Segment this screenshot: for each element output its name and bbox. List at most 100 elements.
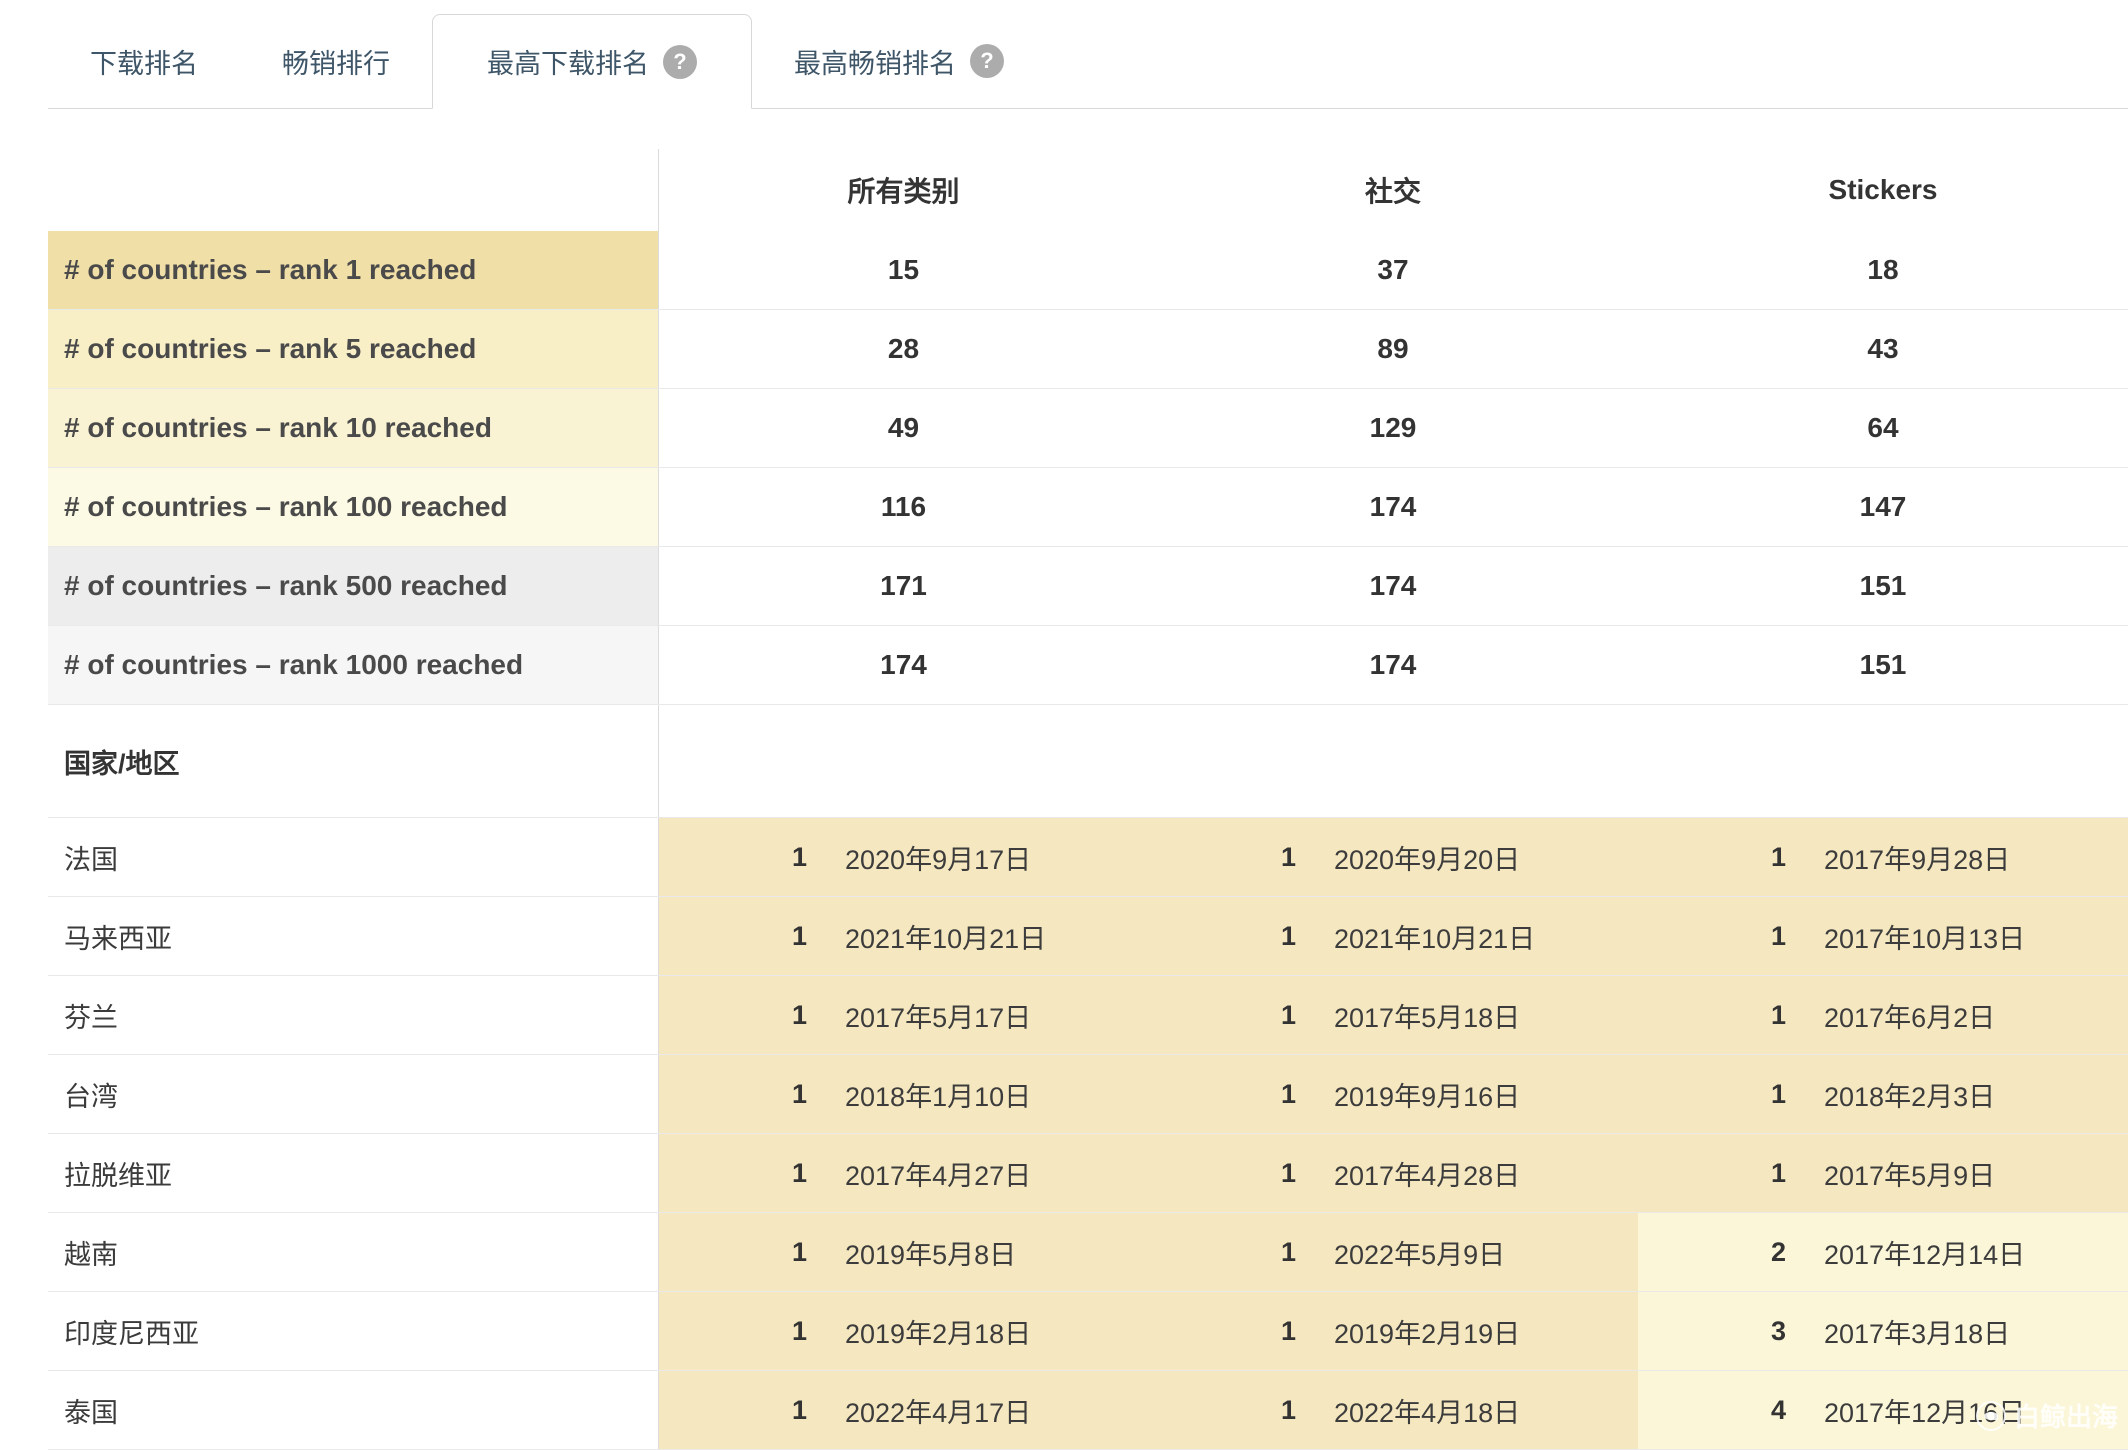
rank-date: 2021年10月21日 — [845, 917, 1046, 956]
rank-date: 2017年5月17日 — [845, 996, 1031, 1035]
tab[interactable]: 最高下载排名? — [432, 14, 752, 109]
country-row: 马来西亚 1 2021年10月21日 1 2021年10月21日 1 2017年10月13日 — [48, 897, 2128, 976]
rank-value: 1 — [747, 1237, 807, 1268]
rank-value: 1 — [747, 1158, 807, 1189]
rank-date-cell: 1 2019年2月18日 — [658, 1292, 1148, 1370]
rank-date-cell: 12022年4月17日 — [658, 1371, 1148, 1449]
rank-date-cell: 1 2019年5月8日 — [658, 1213, 1148, 1291]
summary-value: 147 — [1638, 468, 2128, 546]
rank-date-cell: 12019年2月19日 — [1148, 1292, 1638, 1370]
rank-date: 2019年2月18日 — [845, 1312, 1031, 1351]
column-header: 社交 — [1148, 149, 1638, 231]
summary-value: 174 — [658, 626, 1148, 704]
country-name: 台湾 — [48, 1055, 658, 1133]
help-icon[interactable]: ? — [970, 44, 1004, 78]
rank-date-cell: 12018年2月3日 — [1638, 1055, 2128, 1133]
summary-row: # of countries – rank 10 reached4912964 — [48, 389, 2128, 468]
rank-date: 2022年4月17日 — [845, 1391, 1031, 1430]
rank-value: 1 — [1236, 1237, 1296, 1268]
rank-value: 4 — [1726, 1395, 1786, 1426]
rank-date-cell: 22017年12月14日 — [1638, 1213, 2128, 1291]
rank-value: 1 — [747, 1079, 807, 1110]
rank-date: 2021年10月21日 — [1334, 917, 1535, 956]
rank-date-cell: 12017年4月27日 — [658, 1134, 1148, 1212]
rank-date: 2017年6月2日 — [1824, 996, 1995, 1035]
rank-date-cell: 1 2017年4月28日 — [1148, 1134, 1638, 1212]
summary-value: 43 — [1638, 310, 2128, 388]
rank-date-cell: 12020年9月20日 — [1148, 818, 1638, 896]
rank-date: 2017年10月13日 — [1824, 917, 2025, 956]
tab[interactable]: 畅销排行 — [240, 14, 432, 108]
rank-date: 2017年12月16日 — [1824, 1391, 2025, 1430]
country-name: 马来西亚 — [48, 897, 658, 975]
summary-row: # of countries – rank 500 reached1711741… — [48, 547, 2128, 626]
rank-value: 1 — [747, 1316, 807, 1347]
section-header-label: 国家/地区 — [48, 705, 658, 817]
country-row: 台湾 1 2018年1月10日 1 2019年9月16日 12018年2月3日 — [48, 1055, 2128, 1134]
rank-date: 2020年9月17日 — [845, 838, 1031, 877]
rank-date: 2018年2月3日 — [1824, 1075, 1995, 1114]
summary-value: 49 — [658, 389, 1148, 467]
summary-value: 171 — [658, 547, 1148, 625]
summary-value: 151 — [1638, 626, 2128, 704]
column-header: Stickers — [1638, 149, 2128, 231]
summary-value: 64 — [1638, 389, 2128, 467]
summary-value: 116 — [658, 468, 1148, 546]
country-name: 芬兰 — [48, 976, 658, 1054]
rank-value: 1 — [1726, 921, 1786, 952]
rank-date-cell: 32017年3月18日 — [1638, 1292, 2128, 1370]
rank-date: 2017年4月28日 — [1334, 1154, 1520, 1193]
tab[interactable]: 下载排名 — [48, 14, 240, 108]
rank-value: 2 — [1726, 1237, 1786, 1268]
rank-value: 1 — [747, 921, 807, 952]
rank-value: 1 — [1236, 1079, 1296, 1110]
rank-value: 1 — [747, 842, 807, 873]
rank-date: 2019年5月8日 — [845, 1233, 1016, 1272]
summary-row-label: # of countries – rank 5 reached — [48, 310, 658, 388]
tab-label: 下载排名 — [90, 42, 198, 81]
column-header: 所有类别 — [658, 149, 1148, 231]
summary-value: 18 — [1638, 231, 2128, 309]
rank-value: 1 — [1236, 1395, 1296, 1426]
summary-row-label: # of countries – rank 100 reached — [48, 468, 658, 546]
rank-date-cell: 1 2022年5月9日 — [1148, 1213, 1638, 1291]
rank-date: 2022年5月9日 — [1334, 1233, 1505, 1272]
rank-date: 2019年9月16日 — [1334, 1075, 1520, 1114]
rank-date-cell: 1 2017年10月13日 — [1638, 897, 2128, 975]
table-header-row: 所有类别社交Stickers — [48, 149, 2128, 231]
country-row: 印度尼西亚12019年2月18日12019年2月19日32017年3月18日 — [48, 1292, 2128, 1371]
country-row: 拉脱维亚12017年4月27日12017年4月28日12017年5月9日 — [48, 1134, 2128, 1213]
rank-date-cell: 12021年10月21日 — [1148, 897, 1638, 975]
summary-row-label: # of countries – rank 1 reached — [48, 231, 658, 309]
summary-value: 15 — [658, 231, 1148, 309]
rank-date: 2018年1月10日 — [845, 1075, 1031, 1114]
rank-date-cell: 4 2017年12月16日 — [1638, 1371, 2128, 1449]
summary-value: 28 — [658, 310, 1148, 388]
rank-value: 1 — [1236, 1000, 1296, 1031]
summary-value: 174 — [1148, 468, 1638, 546]
summary-value: 174 — [1148, 547, 1638, 625]
header-label-spacer — [48, 149, 658, 231]
rank-value: 1 — [1726, 842, 1786, 873]
rank-date: 2017年5月9日 — [1824, 1154, 1995, 1193]
tab[interactable]: 最高畅销排名? — [752, 14, 1046, 108]
rank-date-cell: 1 2018年1月10日 — [658, 1055, 1148, 1133]
help-icon[interactable]: ? — [663, 45, 697, 79]
country-section: 法国12020年9月17日12020年9月20日12017年9月28日马来西亚1… — [48, 818, 2128, 1450]
rank-date-cell: 1 2021年10月21日 — [658, 897, 1148, 975]
rank-date-cell: 1 2017年6月2日 — [1638, 976, 2128, 1054]
rank-date-cell: 1 2017年5月18日 — [1148, 976, 1638, 1054]
summary-value: 37 — [1148, 231, 1638, 309]
rank-value: 1 — [1726, 1000, 1786, 1031]
country-row: 法国12020年9月17日12020年9月20日12017年9月28日 — [48, 818, 2128, 897]
rank-value: 1 — [1236, 1158, 1296, 1189]
rank-value: 1 — [1236, 1316, 1296, 1347]
summary-row-label: # of countries – rank 500 reached — [48, 547, 658, 625]
rank-date-cell: 1 2020年9月17日 — [658, 818, 1148, 896]
rank-date: 2017年5月18日 — [1334, 996, 1520, 1035]
summary-row: # of countries – rank 5 reached288943 — [48, 310, 2128, 389]
tab-label: 最高下载排名 — [487, 42, 649, 81]
rank-date: 2020年9月20日 — [1334, 838, 1520, 877]
rank-date-cell: 12017年9月28日 — [1638, 818, 2128, 896]
summary-value: 129 — [1148, 389, 1638, 467]
